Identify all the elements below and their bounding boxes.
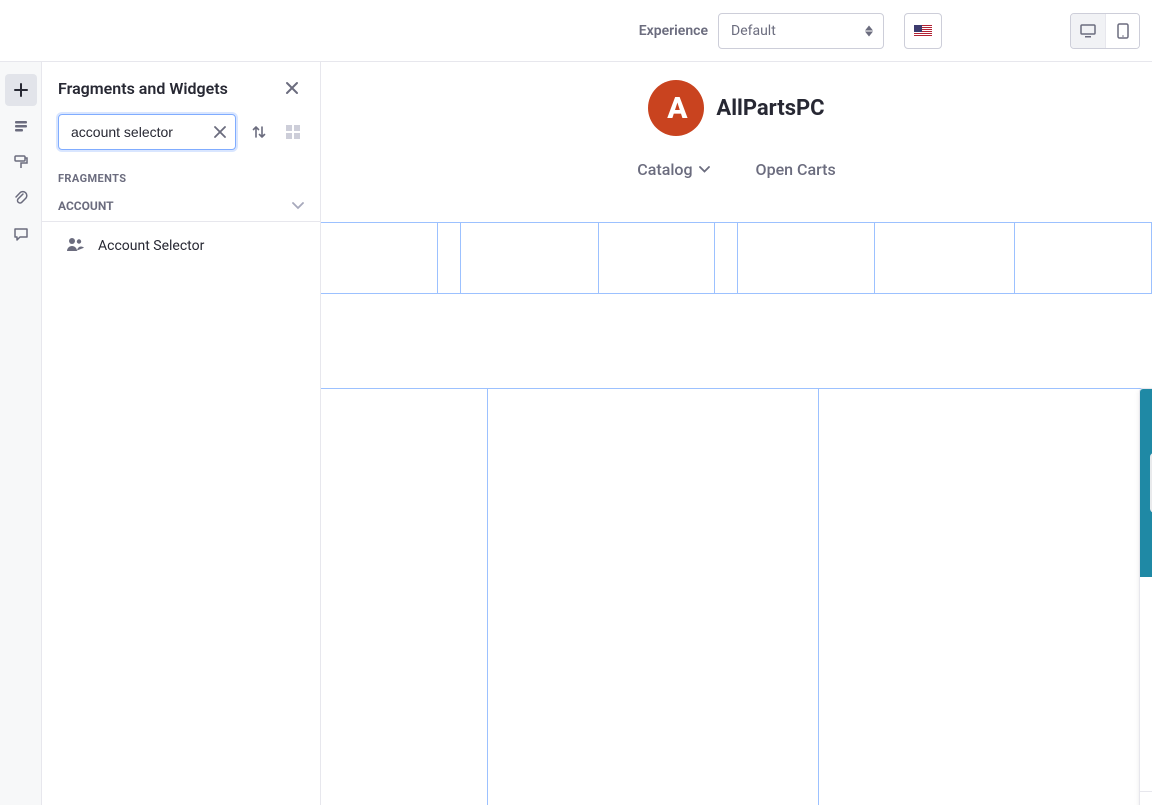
product-card: AVAILABLE GENKEYB001 Generic Keyboard $ … xyxy=(1139,388,1152,805)
fragment-item-account-selector[interactable]: Account Selector xyxy=(42,222,320,270)
section-heading-fragments: FRAGMENTS xyxy=(42,162,320,191)
tablet-icon xyxy=(1117,23,1129,39)
brand-logo-icon: A xyxy=(648,80,704,136)
nav-catalog[interactable]: Catalog xyxy=(637,160,709,179)
caret-sort-icon xyxy=(865,25,873,36)
search-input[interactable] xyxy=(71,124,199,140)
viewport-tablet-button[interactable] xyxy=(1105,14,1139,48)
paperclip-icon xyxy=(13,190,29,206)
locale-selector[interactable] xyxy=(904,13,942,49)
tool-design-button[interactable] xyxy=(5,146,37,178)
close-icon xyxy=(285,81,299,95)
viewport-switch xyxy=(1070,13,1140,49)
group-account-header[interactable]: ACCOUNT xyxy=(42,191,320,222)
product-footer: Compare Add to List xyxy=(1140,791,1152,805)
brand[interactable]: A AllPartsPC xyxy=(648,80,824,136)
close-icon xyxy=(213,125,227,139)
experience-label: Experience xyxy=(639,23,708,39)
tool-browser-button[interactable] xyxy=(5,110,37,142)
desktop-icon xyxy=(1080,24,1096,38)
nav-open-carts-label: Open Carts xyxy=(756,160,836,179)
tool-add-button[interactable] xyxy=(5,74,37,106)
experience-select-value: Default xyxy=(731,23,776,39)
fragment-item-label: Account Selector xyxy=(98,238,204,254)
users-icon xyxy=(66,236,84,256)
view-grid-button[interactable] xyxy=(282,121,304,143)
product-image[interactable]: AVAILABLE xyxy=(1140,389,1152,577)
brand-name: AllPartsPC xyxy=(716,96,824,121)
chevron-down-icon xyxy=(699,166,710,173)
flag-us-icon xyxy=(914,25,932,37)
paint-roller-icon xyxy=(13,154,29,170)
fragments-panel: Fragments and Widgets xyxy=(42,62,321,805)
sort-button[interactable] xyxy=(248,121,270,143)
plus-icon xyxy=(13,82,29,98)
chevron-down-icon xyxy=(292,202,304,210)
search-input-wrap[interactable] xyxy=(58,114,236,150)
layout-grid-row[interactable] xyxy=(321,222,1152,294)
page-canvas[interactable]: A AllPartsPC Catalog Open Carts xyxy=(321,62,1152,805)
experience-select[interactable]: Default xyxy=(718,13,884,49)
nav-open-carts[interactable]: Open Carts xyxy=(756,160,836,179)
site-nav: Catalog Open Carts xyxy=(637,160,835,179)
panel-close-button[interactable] xyxy=(280,76,304,100)
top-toolbar: Experience Default xyxy=(0,0,1152,62)
nav-catalog-label: Catalog xyxy=(637,160,692,179)
panel-title: Fragments and Widgets xyxy=(58,79,228,98)
viewport-desktop-button[interactable] xyxy=(1071,14,1105,48)
site-header: A AllPartsPC Catalog Open Carts xyxy=(321,62,1152,222)
sort-icon xyxy=(251,124,267,140)
tool-rail xyxy=(0,62,42,805)
product-body: GENKEYB001 Generic Keyboard $ 249.99 Add… xyxy=(1140,577,1152,791)
comment-icon xyxy=(13,226,29,242)
tool-comments-button[interactable] xyxy=(5,218,37,250)
grid-icon xyxy=(285,124,301,140)
tool-content-button[interactable] xyxy=(5,182,37,214)
group-account-label: ACCOUNT xyxy=(58,199,114,213)
search-clear-button[interactable] xyxy=(213,125,227,139)
layers-icon xyxy=(13,118,29,134)
layout-content-row[interactable] xyxy=(321,388,1152,805)
